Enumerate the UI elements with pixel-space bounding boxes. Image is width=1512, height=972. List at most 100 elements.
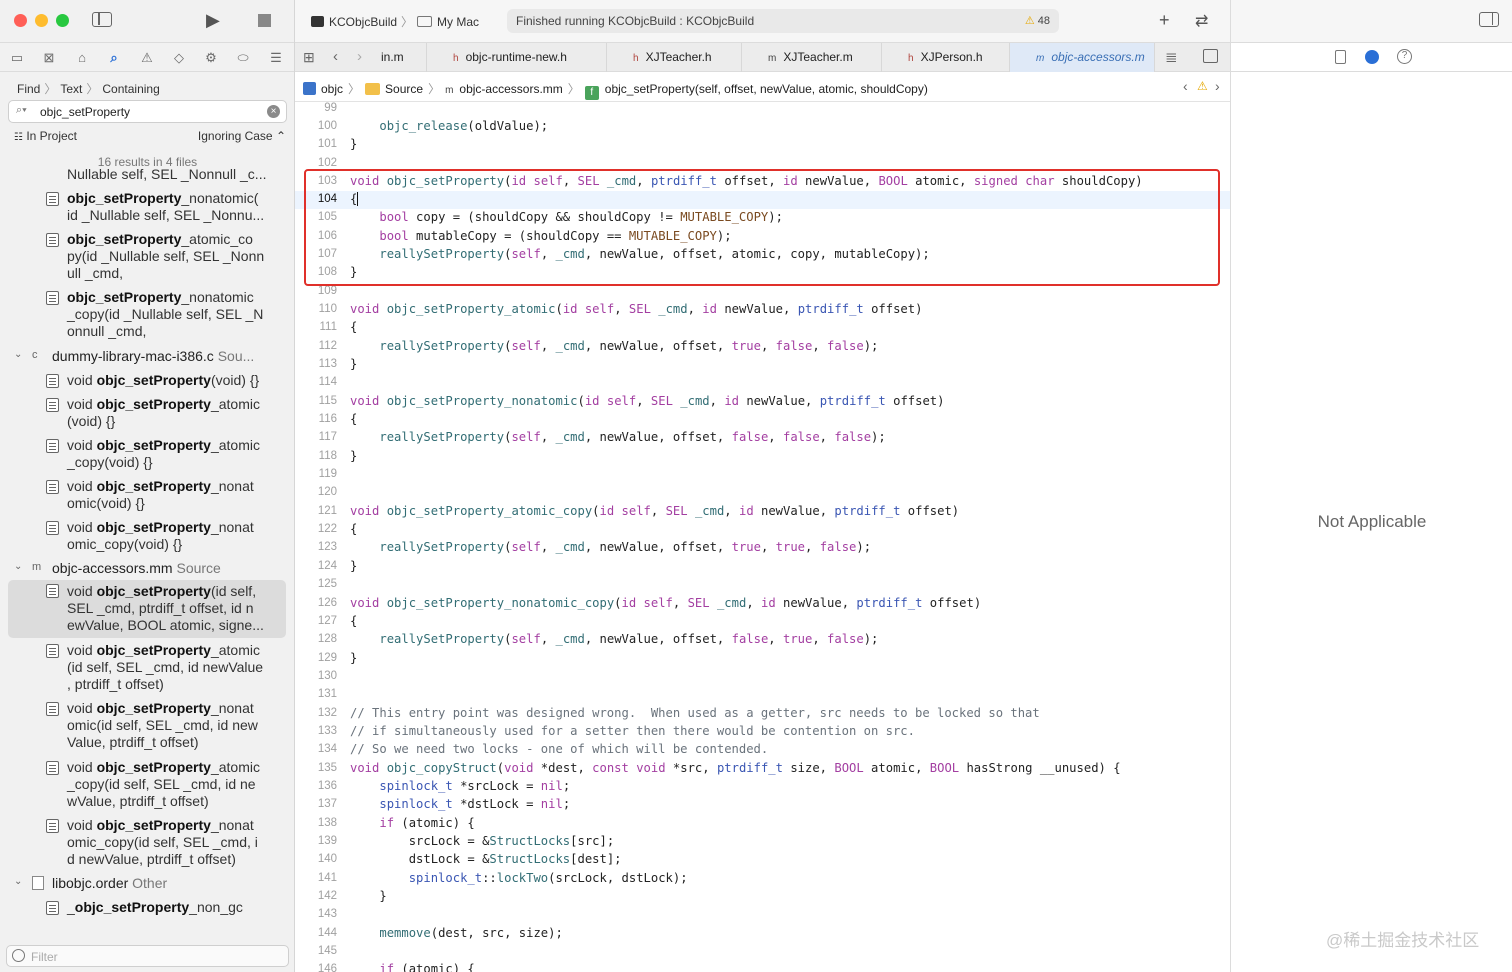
split-editor-icon[interactable] (1203, 49, 1218, 63)
run-button[interactable]: ▶ (206, 10, 220, 31)
clear-search-icon[interactable]: × (267, 105, 280, 118)
folder-icon (365, 83, 381, 95)
close-window-button[interactable] (14, 14, 27, 27)
back-icon[interactable]: ‹ (333, 48, 338, 65)
search-result[interactable]: objc_setProperty_nonatomic _copy(id _Nul… (8, 289, 286, 345)
window-toolbar: KCObjcBuild 〉 My Mac Finished running KCOb… (295, 0, 1230, 42)
tab-file[interactable]: m XJTeacher.m (742, 43, 882, 72)
editor-options-icon[interactable]: ≣ (1165, 48, 1178, 66)
line-number: 116 (318, 413, 337, 425)
line-number: 120 (317, 486, 337, 498)
line-number: 109 (317, 285, 337, 297)
match-text: objc_setProperty (96, 642, 211, 658)
line-number: 139 (317, 835, 337, 847)
line-number: 140 (317, 853, 337, 865)
search-result[interactable]: void objc_setProperty_atomic (id self, S… (8, 642, 286, 698)
search-input[interactable]: ⌕▾ objc_setProperty × (8, 100, 287, 123)
search-result[interactable]: void objc_setProperty(void) {} (8, 372, 286, 392)
search-result[interactable]: void objc_setProperty_atomic _copy(void)… (8, 437, 286, 475)
grid-icon[interactable]: ⊞ (303, 49, 315, 66)
result-prefix: void (67, 396, 97, 412)
search-result[interactable]: void objc_setProperty_nonat omic(void) {… (8, 478, 286, 516)
breadcrumb-symbol[interactable]: objc_setProperty(self, offset, newValue,… (605, 82, 928, 96)
source-editor[interactable]: 99 100 101 102 103 104 105 106 107 108 1… (295, 102, 1230, 972)
filter-placeholder: Filter (31, 950, 58, 964)
search-result[interactable]: void objc_setProperty_nonat omic(id self… (8, 700, 286, 756)
source-control-icon[interactable]: ⊠ (41, 50, 57, 66)
history-inspector-icon[interactable] (1365, 50, 1379, 64)
breakpoint-navigator-icon[interactable]: ⬭ (235, 50, 251, 66)
help-icon[interactable]: ? (1397, 49, 1412, 64)
search-result[interactable]: objc_setProperty_nonatomic( id _Nullable… (8, 190, 286, 228)
code-line: reallySetProperty(self, _cmd, newValue, … (379, 632, 879, 646)
status-text: Finished running KCObjcBuild : KCObjcBui… (516, 14, 755, 28)
folder-icon[interactable]: ▭ (9, 50, 25, 66)
debug-navigator-icon[interactable]: ⚙ (203, 50, 219, 66)
chevron-down-icon[interactable]: ⌄ (14, 876, 22, 887)
inspector-toggle-icon[interactable] (1479, 12, 1499, 27)
line-number: 118 (318, 450, 337, 462)
warning-icon[interactable]: ⚠ (1197, 79, 1208, 93)
swap-editor-icon[interactable]: ⇄ (1195, 11, 1208, 31)
line-number: 114 (318, 376, 337, 388)
document-icon (46, 584, 59, 598)
search-result[interactable]: objc_setProperty_atomic_co py(id _Nullab… (8, 231, 286, 287)
result-prefix: void (67, 519, 97, 535)
report-navigator-icon[interactable]: ☰ (268, 50, 284, 66)
line-number: 145 (317, 945, 337, 957)
zoom-window-button[interactable] (56, 14, 69, 27)
code-line: spinlock_t *srcLock = nil; (379, 779, 571, 793)
symbol-navigator-icon[interactable]: ⌂ (74, 50, 90, 66)
chevron-down-icon[interactable]: ⌄ (14, 561, 22, 572)
chevron-down-icon[interactable]: ⌄ (14, 349, 22, 360)
sidebar-toggle-icon[interactable] (92, 12, 112, 27)
tab-file-active[interactable]: m objc-accessors.m (1010, 43, 1155, 72)
test-navigator-icon[interactable]: ◇ (171, 50, 187, 66)
breadcrumb-file[interactable]: objc-accessors.mm (459, 82, 562, 96)
previous-issue-icon[interactable]: ‹ (1183, 78, 1188, 94)
code-line: } (350, 559, 358, 573)
file-inspector-icon[interactable] (1335, 50, 1346, 64)
find-match[interactable]: Containing (102, 82, 159, 96)
tab-file[interactable]: h XJTeacher.h (607, 43, 742, 72)
document-icon (46, 192, 59, 206)
next-issue-icon[interactable]: › (1215, 78, 1220, 94)
case-mode-select[interactable]: Ignoring Case ⌃ (198, 129, 286, 143)
group-file-name: objc-accessors.mm (52, 560, 173, 576)
search-result[interactable]: Nullable self, SEL _Nonnull _c... (8, 168, 286, 182)
warning-badge[interactable]: ⚠ 48 (1025, 14, 1050, 27)
search-icon: ⌕▾ (16, 104, 27, 116)
stop-button[interactable] (258, 14, 271, 27)
tab-file[interactable]: in.m (379, 43, 427, 72)
code-line: if (atomic) { (379, 962, 475, 972)
forward-icon[interactable]: › (357, 48, 362, 65)
search-result[interactable]: void objc_setProperty_atomic (void) {} (8, 396, 286, 434)
minimize-window-button[interactable] (35, 14, 48, 27)
inspector-toolbar (1231, 0, 1512, 42)
scheme-icon (311, 16, 324, 27)
filter-input[interactable]: Filter (6, 945, 289, 967)
find-kind[interactable]: Text (60, 82, 82, 96)
line-number: 113 (318, 358, 337, 370)
issue-navigator-icon[interactable]: ⚠ (139, 50, 155, 66)
find-mode-breadcrumb[interactable]: Find 〉 Text 〉 Containing (17, 80, 160, 97)
search-scope[interactable]: In Project (26, 129, 77, 143)
search-result-selected[interactable]: void objc_setProperty(id self, SEL _cmd,… (8, 580, 286, 638)
find-mode[interactable]: Find (17, 82, 40, 96)
code-line: { (350, 614, 358, 628)
scheme-selector[interactable]: KCObjcBuild 〉 My Mac (311, 13, 479, 30)
search-result[interactable]: void objc_setProperty_nonat omic_copy(vo… (8, 519, 286, 557)
breadcrumb-folder[interactable]: Source (385, 82, 423, 96)
search-result[interactable]: void objc_setProperty_nonat omic_copy(id… (8, 817, 286, 873)
search-query[interactable]: objc_setProperty (40, 105, 130, 119)
add-icon[interactable]: + (1159, 10, 1170, 31)
find-navigator-icon[interactable]: ⌕ (106, 50, 122, 66)
breadcrumb-project[interactable]: objc (321, 82, 343, 96)
line-number: 141 (317, 872, 337, 884)
search-result[interactable]: void objc_setProperty_atomic _copy(id se… (8, 759, 286, 815)
search-result[interactable]: _objc_setProperty_non_gc (8, 899, 286, 919)
line-number: 115 (318, 395, 337, 407)
tab-file[interactable]: h XJPerson.h (882, 43, 1010, 72)
tab-file[interactable]: h objc-runtime-new.h (427, 43, 607, 72)
tab-label: XJTeacher.h (645, 50, 712, 64)
